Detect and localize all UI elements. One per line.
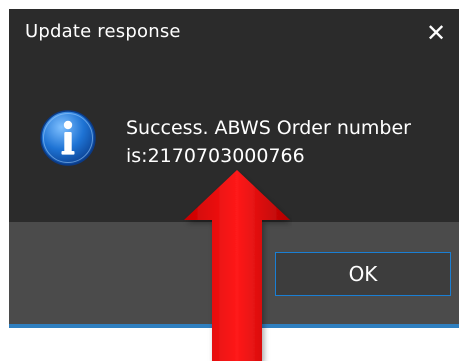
dialog-title: Update response [25, 21, 181, 42]
screenshot-stage: Update response ✕ Success. ABWS Order nu… [0, 0, 459, 361]
dialog-title-bar[interactable]: Update response ✕ [9, 9, 459, 57]
close-button[interactable]: ✕ [413, 9, 459, 57]
info-icon [40, 110, 96, 166]
ok-button[interactable]: OK [275, 252, 451, 296]
dialog-message: Success. ABWS Order number is:2170703000… [126, 117, 411, 167]
red-arrow-annotation [184, 170, 290, 361]
arrow-shape [184, 170, 290, 361]
